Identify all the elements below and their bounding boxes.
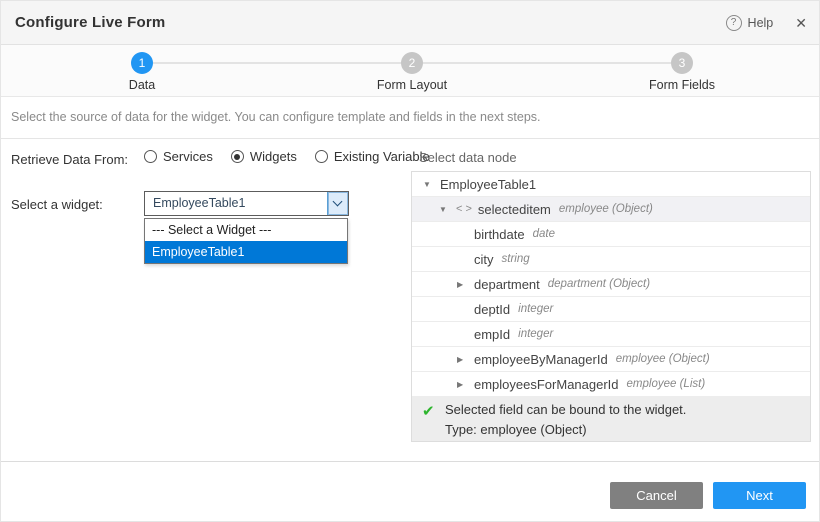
tree-node-empid[interactable]: empId integer — [412, 322, 810, 347]
instruction-text: Select the source of data for the widget… — [11, 110, 541, 124]
tree-node-employeebymanagerid[interactable]: ▶ employeeByManagerId employee (Object) — [412, 347, 810, 372]
cancel-button[interactable]: Cancel — [610, 482, 703, 509]
status-type-info: Type: employee (Object) — [445, 422, 587, 437]
retrieve-data-label: Retrieve Data From: — [11, 152, 128, 167]
radio-existing-variable[interactable]: Existing Variable — [315, 149, 430, 164]
widget-dropdown-list: --- Select a Widget --- EmployeeTable1 — [144, 218, 348, 264]
radio-widgets[interactable]: Widgets — [231, 149, 297, 164]
radio-circle-icon — [315, 150, 328, 163]
check-icon: ✔ — [422, 402, 435, 420]
tree-node-employeetable1[interactable]: ▼ EmployeeTable1 — [412, 172, 810, 197]
select-widget-label: Select a widget: — [11, 197, 103, 212]
dropdown-option-placeholder[interactable]: --- Select a Widget --- — [145, 219, 347, 241]
expand-icon[interactable]: ▼ — [423, 180, 440, 189]
instruction-bar: Select the source of data for the widget… — [1, 97, 820, 139]
next-button[interactable]: Next — [713, 482, 806, 509]
widget-select[interactable]: EmployeeTable1 — [144, 191, 349, 216]
radio-circle-icon — [144, 150, 157, 163]
code-icon: < > — [456, 203, 472, 215]
help-label: Help — [748, 16, 774, 30]
step-1-circle[interactable]: 1 — [131, 52, 153, 74]
tree-node-employeesformanagerid[interactable]: ▶ employeesForManagerId employee (List) — [412, 372, 810, 397]
widget-select-value: EmployeeTable1 — [153, 192, 245, 215]
tree-node-department[interactable]: ▶ department department (Object) — [412, 272, 810, 297]
footer-divider — [1, 461, 820, 462]
collapse-icon[interactable]: ▶ — [457, 355, 474, 364]
wizard-stepper: 1 2 3 Data Form Layout Form Fields — [1, 45, 820, 97]
tree-node-deptid[interactable]: deptId integer — [412, 297, 810, 322]
binding-status-message: ✔ Selected field can be bound to the wid… — [412, 396, 810, 441]
dialog-header: Configure Live Form ? Help ✕ — [1, 1, 820, 45]
help-button[interactable]: ? Help — [726, 15, 774, 31]
radio-label: Services — [163, 149, 213, 164]
dropdown-arrow-button[interactable] — [327, 192, 348, 215]
dropdown-option-employeetable1[interactable]: EmployeeTable1 — [145, 241, 347, 263]
configure-live-form-dialog: Configure Live Form ? Help ✕ 1 2 3 Data … — [0, 0, 820, 522]
help-icon: ? — [726, 15, 742, 31]
radio-circle-icon — [231, 150, 244, 163]
step-2-circle[interactable]: 2 — [401, 52, 423, 74]
data-node-panel-title: Select data node — [419, 150, 517, 165]
step-1-label: Data — [82, 78, 202, 92]
collapse-icon[interactable]: ▶ — [457, 280, 474, 289]
step-2-label: Form Layout — [352, 78, 472, 92]
step-3-circle[interactable]: 3 — [671, 52, 693, 74]
step-3-label: Form Fields — [622, 78, 742, 92]
tree-node-city[interactable]: city string — [412, 247, 810, 272]
chevron-down-icon — [333, 197, 343, 207]
data-node-tree: ▼ EmployeeTable1 ▼ < > selecteditem empl… — [411, 171, 811, 442]
radio-label: Existing Variable — [334, 149, 430, 164]
collapse-icon[interactable]: ▶ — [457, 380, 474, 389]
tree-node-birthdate[interactable]: birthdate date — [412, 222, 810, 247]
status-message: Selected field can be bound to the widge… — [445, 402, 686, 417]
close-icon[interactable]: ✕ — [795, 15, 807, 32]
page-title: Configure Live Form — [15, 1, 165, 45]
data-source-radio-group: Services Widgets Existing Variable — [144, 149, 430, 164]
radio-label: Widgets — [250, 149, 297, 164]
radio-services[interactable]: Services — [144, 149, 213, 164]
expand-icon[interactable]: ▼ — [439, 205, 456, 214]
tree-node-selecteditem[interactable]: ▼ < > selecteditem employee (Object) — [412, 197, 810, 222]
